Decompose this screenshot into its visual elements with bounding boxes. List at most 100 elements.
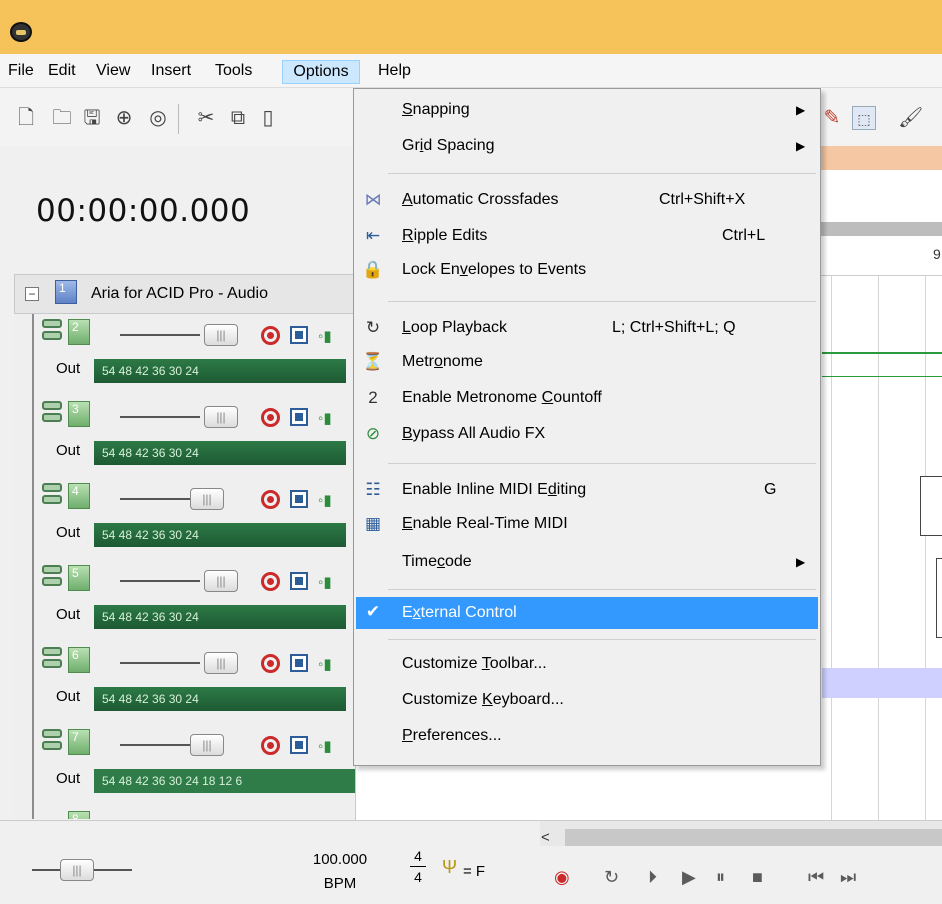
monitor-icon[interactable] (290, 326, 308, 344)
menu-edit[interactable]: Edit (42, 60, 82, 84)
volume-slider-thumb[interactable]: ||| (190, 488, 224, 510)
menu-item-bypass-fx[interactable]: ⊘ Bypass All Audio FX (356, 419, 818, 449)
track-row[interactable]: 5 ||| ◦▮ Out 54 48 42 36 30 24 (14, 560, 354, 642)
monitor-icon[interactable] (290, 490, 308, 508)
main-track-header[interactable]: − 1 Aria for ACID Pro - Audio (14, 274, 354, 314)
cut-icon[interactable]: ✂ (194, 106, 218, 130)
track-number: 7 (68, 729, 90, 755)
menu-item-metronome[interactable]: ⏳ Metronome (356, 347, 818, 377)
menu-item-preferences[interactable]: Preferences... (356, 721, 818, 751)
volume-slider[interactable] (120, 416, 200, 418)
menu-separator (388, 589, 816, 590)
master-volume-thumb[interactable]: ||| (60, 859, 94, 881)
monitor-icon[interactable] (290, 408, 308, 426)
selection-tool-icon[interactable]: ⬚ (852, 106, 876, 130)
menu-item-grid-spacing[interactable]: Grid Spacing ▶ (356, 131, 818, 161)
midi-event[interactable] (936, 558, 942, 638)
grid-line (831, 276, 832, 820)
track-number: 2 (68, 319, 90, 345)
menu-item-ripple-edits[interactable]: ⇤ Ripple Edits Ctrl+L (356, 221, 818, 251)
paste-icon[interactable]: ▯ (256, 106, 280, 130)
volume-slider-thumb[interactable]: ||| (204, 406, 238, 428)
menu-tools[interactable]: Tools (209, 60, 258, 84)
volume-slider[interactable] (120, 498, 200, 500)
new-file-icon[interactable]: 🗋 (14, 106, 38, 130)
stop-icon[interactable]: ■ (752, 866, 763, 888)
track-row[interactable]: 4 ||| ◦▮ Out 54 48 42 36 30 24 (14, 478, 354, 560)
track-row[interactable]: 7 ||| ◦▮ Out 54 48 42 36 30 24 18 12 6 -… (14, 724, 489, 806)
record-icon[interactable]: ◉ (554, 866, 570, 888)
save-icon[interactable]: 🖫 (80, 106, 104, 130)
fx-icon[interactable]: ◦▮ (318, 409, 332, 427)
menu-item-realtime-midi[interactable]: ▦ Enable Real-Time MIDI (356, 509, 818, 539)
menu-item-label: Enable Inline MIDI Editing (402, 481, 587, 498)
scroll-thumb[interactable] (565, 829, 942, 847)
volume-slider-thumb[interactable]: ||| (190, 734, 224, 756)
menu-file[interactable]: File (2, 60, 40, 84)
menu-insert[interactable]: Insert (145, 60, 197, 84)
track-row[interactable]: 3 ||| ◦▮ Out 54 48 42 36 30 24 (14, 396, 354, 478)
grid-line (925, 276, 926, 820)
fx-icon[interactable]: ◦▮ (318, 327, 332, 345)
menu-help[interactable]: Help (372, 60, 417, 84)
menu-item-loop-playback[interactable]: ↻ Loop Playback L; Ctrl+Shift+L; Q (356, 313, 818, 343)
volume-slider[interactable] (120, 744, 200, 746)
track-row[interactable]: 6 ||| ◦▮ Out 54 48 42 36 30 24 (14, 642, 354, 724)
time-signature[interactable]: 4 4 (410, 847, 426, 886)
menu-item-customize-keyboard[interactable]: Customize Keyboard... (356, 685, 818, 715)
menu-item-label: Enable Real-Time MIDI (402, 515, 568, 532)
midi-event[interactable] (920, 476, 942, 536)
menu-item-snapping[interactable]: Snapping ▶ (356, 95, 818, 125)
go-to-end-icon[interactable]: ⏭ (840, 866, 856, 888)
record-arm-icon[interactable] (261, 408, 280, 427)
tempo-value[interactable]: 100.000 (300, 851, 380, 868)
volume-slider[interactable] (120, 580, 200, 582)
fx-icon[interactable]: ◦▮ (318, 573, 332, 591)
record-arm-icon[interactable] (261, 654, 280, 673)
play-icon[interactable]: ▶ (682, 866, 696, 888)
properties-icon[interactable]: ◎ (146, 106, 170, 130)
volume-slider[interactable] (120, 662, 200, 664)
menu-item-automatic-crossfades[interactable]: ⋈ Automatic Crossfades Ctrl+Shift+X (356, 185, 818, 215)
menu-item-customize-toolbar[interactable]: Customize Toolbar... (356, 649, 818, 679)
volume-slider-thumb[interactable]: ||| (204, 570, 238, 592)
volume-slider-thumb[interactable]: ||| (204, 652, 238, 674)
track-row[interactable]: 2 ||| ◦▮ Out 54 48 42 36 30 24 (14, 314, 354, 396)
pause-icon[interactable]: ⏸ (716, 866, 725, 888)
draw-tool-icon[interactable]: ✎ (820, 106, 844, 130)
project-key[interactable]: = F (463, 863, 485, 880)
collapse-toggle[interactable]: − (25, 287, 39, 301)
record-arm-icon[interactable] (261, 326, 280, 345)
open-folder-icon[interactable]: 🗀 (50, 106, 74, 130)
fx-icon[interactable]: ◦▮ (318, 655, 332, 673)
menu-item-inline-midi[interactable]: ☷ Enable Inline MIDI Editing G (356, 475, 818, 505)
menu-item-external-control[interactable]: ✔ External Control (356, 597, 818, 629)
menu-view[interactable]: View (90, 60, 136, 84)
monitor-icon[interactable] (290, 572, 308, 590)
fx-icon[interactable]: ◦▮ (318, 491, 332, 509)
volume-slider[interactable] (120, 334, 200, 336)
record-arm-icon[interactable] (261, 490, 280, 509)
title-bar (0, 0, 942, 54)
record-arm-icon[interactable] (261, 736, 280, 755)
app-icon[interactable] (10, 22, 32, 42)
midi-notes-event[interactable] (822, 668, 942, 698)
menu-item-metronome-countoff[interactable]: 2 Enable Metronome Countoff (356, 383, 818, 413)
scroll-left-arrow-icon[interactable]: < (541, 829, 550, 846)
menu-options[interactable]: Options (282, 60, 360, 84)
out-label: Out (56, 524, 81, 541)
go-to-start-icon[interactable]: ⏮ (808, 866, 824, 888)
play-from-start-icon[interactable]: ⏵ (648, 866, 657, 888)
loop-icon[interactable]: ↻ (604, 866, 619, 888)
copy-icon[interactable]: ⧉ (226, 106, 250, 130)
monitor-icon[interactable] (290, 736, 308, 754)
menu-item-timecode[interactable]: Timecode ▶ (356, 547, 818, 577)
record-arm-icon[interactable] (261, 572, 280, 591)
render-icon[interactable]: ⊕ (112, 106, 136, 130)
track-row-partial[interactable]: 8 (14, 806, 354, 819)
paint-tool-icon[interactable]: 🖌 (898, 106, 923, 130)
menu-item-lock-envelopes[interactable]: 🔒 Lock Envelopes to Events (356, 255, 818, 285)
fx-icon[interactable]: ◦▮ (318, 737, 332, 755)
monitor-icon[interactable] (290, 654, 308, 672)
volume-slider-thumb[interactable]: ||| (204, 324, 238, 346)
